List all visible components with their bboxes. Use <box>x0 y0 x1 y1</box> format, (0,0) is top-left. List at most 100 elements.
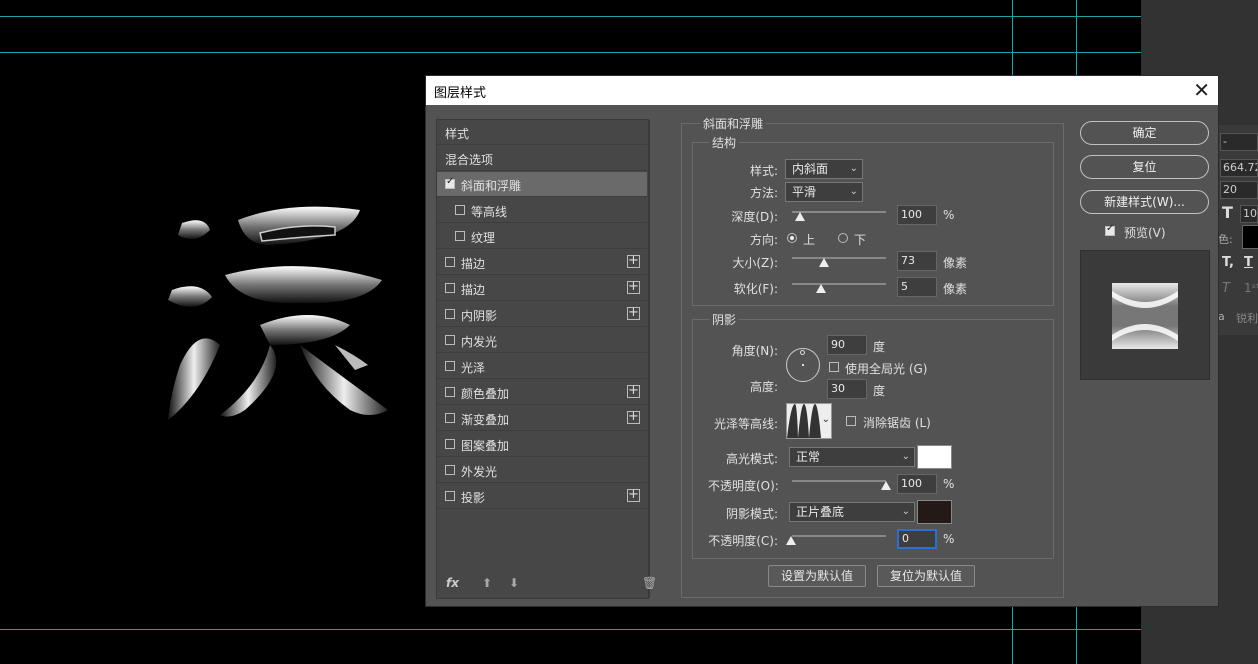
list-item-outer-glow[interactable]: 外发光 <box>437 458 647 483</box>
shadow-mode-select[interactable]: 正片叠底 ⌄ <box>789 502 915 522</box>
structure-title: 结构 <box>709 134 740 151</box>
close-icon[interactable]: ✕ <box>1193 79 1210 101</box>
props-field[interactable]: 664.72 <box>1220 159 1258 177</box>
move-down-icon[interactable]: ⬇ <box>509 576 519 590</box>
add-icon[interactable]: + <box>627 488 640 502</box>
reset-button[interactable]: 复位 <box>1080 155 1209 179</box>
list-item-label: 斜面和浮雕 <box>461 179 522 193</box>
inner-shadow-checkbox[interactable] <box>445 309 455 319</box>
text-superscript-icon[interactable]: 1ˢᵗ <box>1244 281 1258 295</box>
technique-label: 方法: <box>749 186 778 200</box>
move-up-icon[interactable]: ⬆ <box>482 576 492 590</box>
props-field[interactable]: 20 <box>1220 181 1258 199</box>
text-underline-icon[interactable]: T <box>1244 255 1253 270</box>
list-item-color-overlay[interactable]: 颜色叠加 + <box>437 380 647 405</box>
bevel-style-select[interactable]: 内斜面 ⌄ <box>785 159 863 179</box>
contour-checkbox[interactable] <box>455 205 465 215</box>
altitude-input[interactable]: 30 <box>827 379 867 399</box>
direction-down-radio[interactable] <box>838 233 848 243</box>
list-item-texture[interactable]: 纹理 <box>437 224 647 249</box>
add-icon[interactable]: + <box>627 280 640 294</box>
anti-alias-checkbox[interactable] <box>846 416 856 426</box>
list-item-blending-options[interactable]: 混合选项 <box>437 146 647 171</box>
shadow-opacity-thumb[interactable] <box>786 536 796 545</box>
text-color-swatch[interactable] <box>1242 225 1258 249</box>
preview-checkbox[interactable] <box>1105 223 1115 236</box>
soften-slider-thumb[interactable] <box>816 284 826 293</box>
fx-icon[interactable]: fx <box>446 576 459 590</box>
highlight-opacity-track[interactable] <box>792 480 886 482</box>
shading-title: 阴影 <box>709 311 740 328</box>
highlight-color-swatch[interactable] <box>917 445 952 469</box>
highlight-mode-select[interactable]: 正常 ⌄ <box>789 447 915 467</box>
list-item-drop-shadow[interactable]: 投影 + <box>437 484 647 509</box>
shadow-color-swatch[interactable] <box>917 500 952 524</box>
depth-input[interactable]: 100 <box>897 205 937 225</box>
bevel-emboss-checkbox[interactable] <box>445 176 455 189</box>
angle-input[interactable]: 90 <box>827 335 867 355</box>
list-item-inner-shadow[interactable]: 内阴影 + <box>437 302 647 327</box>
shadow-opacity-input[interactable]: 0 <box>897 529 937 549</box>
inner-glow-checkbox[interactable] <box>445 335 455 345</box>
list-item-label: 内阴影 <box>461 309 498 323</box>
texture-checkbox[interactable] <box>455 231 465 241</box>
make-default-button[interactable]: 设置为默认值 <box>768 565 866 587</box>
add-icon[interactable]: + <box>627 254 640 268</box>
styles-list-header[interactable]: 样式 <box>437 120 647 145</box>
stroke-checkbox[interactable] <box>445 283 455 293</box>
size-input[interactable]: 73 <box>897 251 937 271</box>
shadow-opacity-track[interactable] <box>792 535 886 537</box>
depth-slider-thumb[interactable] <box>795 212 805 221</box>
soften-slider-track[interactable] <box>792 283 886 285</box>
drop-shadow-checkbox[interactable] <box>445 491 455 501</box>
gradient-overlay-checkbox[interactable] <box>445 413 455 423</box>
new-style-button[interactable]: 新建样式(W)... <box>1080 190 1209 214</box>
ok-button[interactable]: 确定 <box>1080 121 1209 145</box>
stroke-checkbox[interactable] <box>445 257 455 267</box>
size-slider-track[interactable] <box>792 257 886 259</box>
soften-input[interactable]: 5 <box>897 277 937 297</box>
props-field[interactable]: 10 <box>1240 205 1258 223</box>
color-overlay-checkbox[interactable] <box>445 387 455 397</box>
list-item-contour[interactable]: 等高线 <box>437 198 647 223</box>
add-icon[interactable]: + <box>627 384 640 398</box>
add-icon[interactable]: + <box>627 306 640 320</box>
props-field[interactable]: - <box>1220 133 1258 151</box>
gloss-contour-picker[interactable]: ⌄ <box>786 403 832 439</box>
angle-dial[interactable] <box>786 348 820 382</box>
reset-default-button[interactable]: 复位为默认值 <box>877 565 975 587</box>
pattern-overlay-checkbox[interactable] <box>445 439 455 449</box>
list-item-satin[interactable]: 光泽 <box>437 354 647 379</box>
list-item-stroke[interactable]: 描边 + <box>437 250 647 275</box>
text-italic-icon[interactable]: T <box>1222 281 1230 296</box>
size-label: 大小(Z): <box>732 256 778 270</box>
outer-glow-checkbox[interactable] <box>445 465 455 475</box>
anti-alias-mode[interactable]: 锐利 <box>1236 310 1258 326</box>
list-item-bevel-emboss[interactable]: 斜面和浮雕 <box>437 172 647 197</box>
global-light-checkbox[interactable] <box>829 362 839 372</box>
select-value: 正片叠底 <box>796 505 845 519</box>
highlight-opacity-input[interactable]: 100 <box>897 474 937 494</box>
direction-up-radio[interactable] <box>787 233 797 243</box>
styles-scrollbar[interactable] <box>648 120 650 598</box>
trash-icon[interactable]: 🗑 <box>642 576 657 590</box>
size-slider-thumb[interactable] <box>819 258 829 267</box>
list-item-gradient-overlay[interactable]: 渐变叠加 + <box>437 406 647 431</box>
technique-select[interactable]: 平滑 ⌄ <box>785 182 863 202</box>
list-item-pattern-overlay[interactable]: 图案叠加 <box>437 432 647 457</box>
list-item-label: 纹理 <box>471 231 496 245</box>
add-icon[interactable]: + <box>627 410 640 424</box>
list-item-stroke[interactable]: 描边 + <box>437 276 647 301</box>
list-item-label: 投影 <box>461 491 486 505</box>
list-item-inner-glow[interactable]: 内发光 <box>437 328 647 353</box>
properties-panel: - 664.72 20 T 10 色: T, T T 1ˢᵗ a 锐利 <box>1218 125 1258 335</box>
depth-slider-track[interactable] <box>792 211 886 213</box>
highlight-opacity-thumb[interactable] <box>881 481 891 490</box>
gloss-contour-label: 光泽等高线: <box>713 417 778 431</box>
satin-checkbox[interactable] <box>445 361 455 371</box>
text-small-caps-icon[interactable]: T, <box>1222 255 1234 270</box>
text-size-icon[interactable]: T <box>1222 203 1233 222</box>
select-value: 内斜面 <box>792 162 829 176</box>
styles-list-footer: fx ⬆ ⬇ 🗑 <box>436 576 657 596</box>
soften-unit: 像素 <box>943 282 968 296</box>
